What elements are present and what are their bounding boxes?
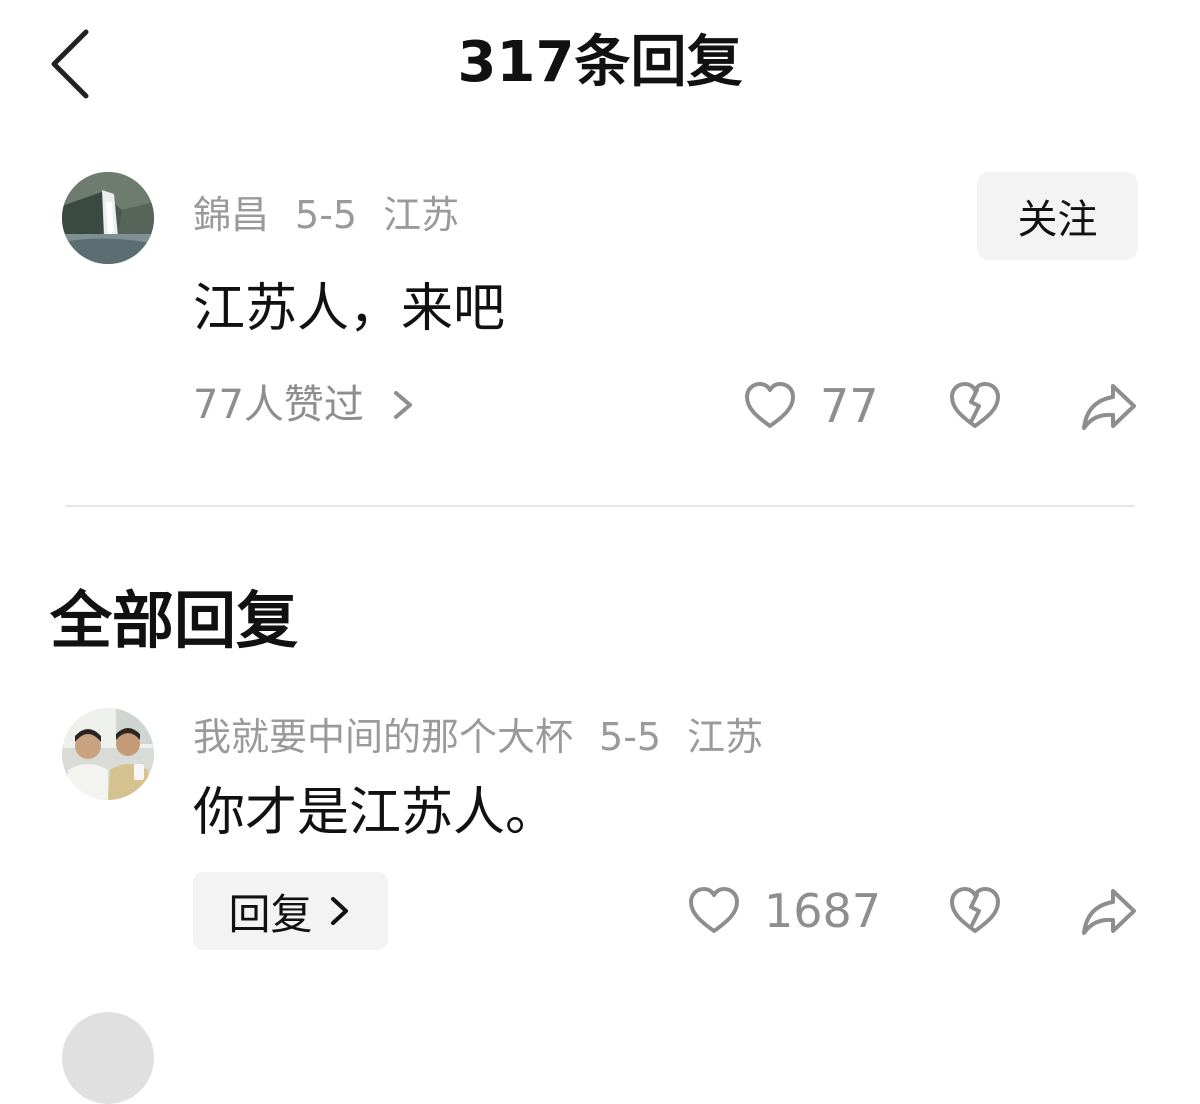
comment-date: 5-5 (295, 193, 358, 237)
avatar[interactable] (62, 1012, 154, 1104)
two-people-avatar-image (62, 708, 154, 800)
broken-heart-icon (950, 887, 1000, 933)
heart-outline-icon (745, 382, 795, 428)
share-button[interactable] (1080, 378, 1138, 434)
reply-location: 江苏 (687, 715, 764, 759)
comment-meta: 錦昌 5-5 江苏 (193, 192, 485, 238)
chevron-right-icon (393, 391, 412, 419)
reply-label: 回复 (228, 889, 313, 939)
dislike-button[interactable] (946, 378, 1004, 434)
likers-link[interactable]: 77人赞过 (193, 380, 418, 430)
share-arrow-icon (1082, 384, 1136, 430)
avatar[interactable] (62, 708, 154, 800)
follow-button[interactable]: 关注 (977, 172, 1138, 260)
like-count: 77 (820, 379, 879, 433)
top-bar: 317条回复 (0, 0, 1200, 130)
reply-text: 你才是江苏人。 (193, 783, 558, 843)
broken-heart-icon (950, 382, 1000, 428)
username[interactable]: 我就要中间的那个大杯 (193, 715, 573, 759)
waterfall-avatar-image (62, 172, 154, 264)
likers-text: 77人赞过 (193, 382, 364, 428)
comment-text: 江苏人，来吧 (193, 279, 506, 339)
username[interactable]: 錦昌 (193, 193, 269, 237)
page-title: 317条回复 (457, 30, 743, 95)
reply-date: 5-5 (599, 715, 662, 759)
reply-button[interactable]: 回复 (193, 872, 388, 950)
comment-location: 江苏 (383, 193, 460, 237)
reply-meta: 我就要中间的那个大杯 5-5 江苏 (193, 714, 789, 760)
like-count: 1687 (764, 884, 882, 938)
like-button[interactable]: 1687 (686, 883, 881, 939)
share-arrow-icon (1082, 889, 1136, 935)
section-title: 全部回复 (50, 584, 299, 657)
chevron-right-icon (330, 897, 348, 925)
share-button[interactable] (1080, 883, 1138, 939)
like-button[interactable]: 77 (742, 378, 879, 434)
dislike-button[interactable] (946, 883, 1004, 939)
avatar[interactable] (62, 172, 154, 264)
divider (65, 505, 1135, 507)
heart-outline-icon (689, 887, 739, 933)
